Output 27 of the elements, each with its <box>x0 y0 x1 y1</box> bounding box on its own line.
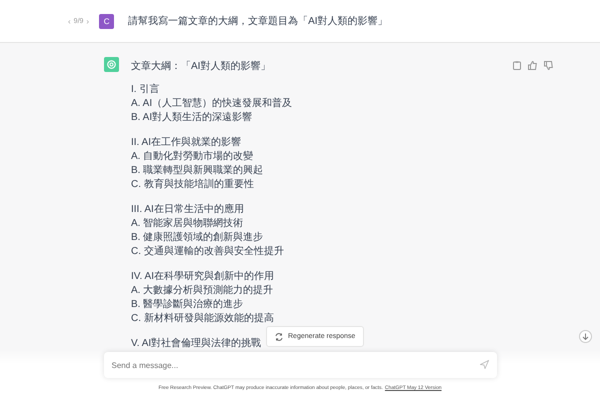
outline-heading: IV. AI在科學研究與創新中的作用 <box>131 270 275 284</box>
scroll-down-icon[interactable] <box>579 330 592 343</box>
message-input[interactable]: Send a message... <box>104 352 496 378</box>
outline-item: C. 新材料研發與能源效能的提高 <box>131 312 275 326</box>
thumbs-down-icon[interactable] <box>544 61 553 70</box>
outline-item: A. AI（人工智慧）的快速發展和普及 <box>131 97 294 111</box>
thumbs-up-icon[interactable] <box>528 61 537 70</box>
answer-title: 文章大綱：「AI對人類的影響」 <box>131 60 272 73</box>
outline-heading: V. AI對社會倫理與法律的挑戰 <box>131 337 262 351</box>
user-message: 請幫我寫一篇文章的大綱，文章題目為「AI對人類的影響」 <box>128 14 388 28</box>
assistant-logo-icon <box>104 57 119 72</box>
refresh-icon <box>275 332 283 340</box>
copy-icon[interactable] <box>513 61 521 70</box>
outline-heading: II. AI在工作與就業的影響 <box>131 136 242 150</box>
outline-item: C. 交通與運輸的改善與安全性提升 <box>131 245 285 259</box>
user-avatar: C <box>99 14 114 28</box>
outline-item: B. 醫學診斷與治療的進步 <box>131 298 244 312</box>
outline-item: B. 健康照護領域的創新與進步 <box>131 231 264 245</box>
outline-heading: III. AI在日常生活中的應用 <box>131 203 245 217</box>
send-icon[interactable] <box>480 360 488 369</box>
outline-heading: I. 引言 <box>131 83 160 97</box>
outline-item: A. 大數據分析與預測能力的提升 <box>131 284 274 298</box>
outline-item: A. 自動化對勞動市場的改變 <box>131 150 254 164</box>
outline-item: B. 職業轉型與新興職業的興起 <box>131 164 264 178</box>
outline-item: B. AI對人類生活的深遠影響 <box>131 111 254 125</box>
outline-item: C. 教育與技能培訓的重要性 <box>131 178 255 192</box>
outline-item: A. 智能家居與物聯網技術 <box>131 217 244 231</box>
